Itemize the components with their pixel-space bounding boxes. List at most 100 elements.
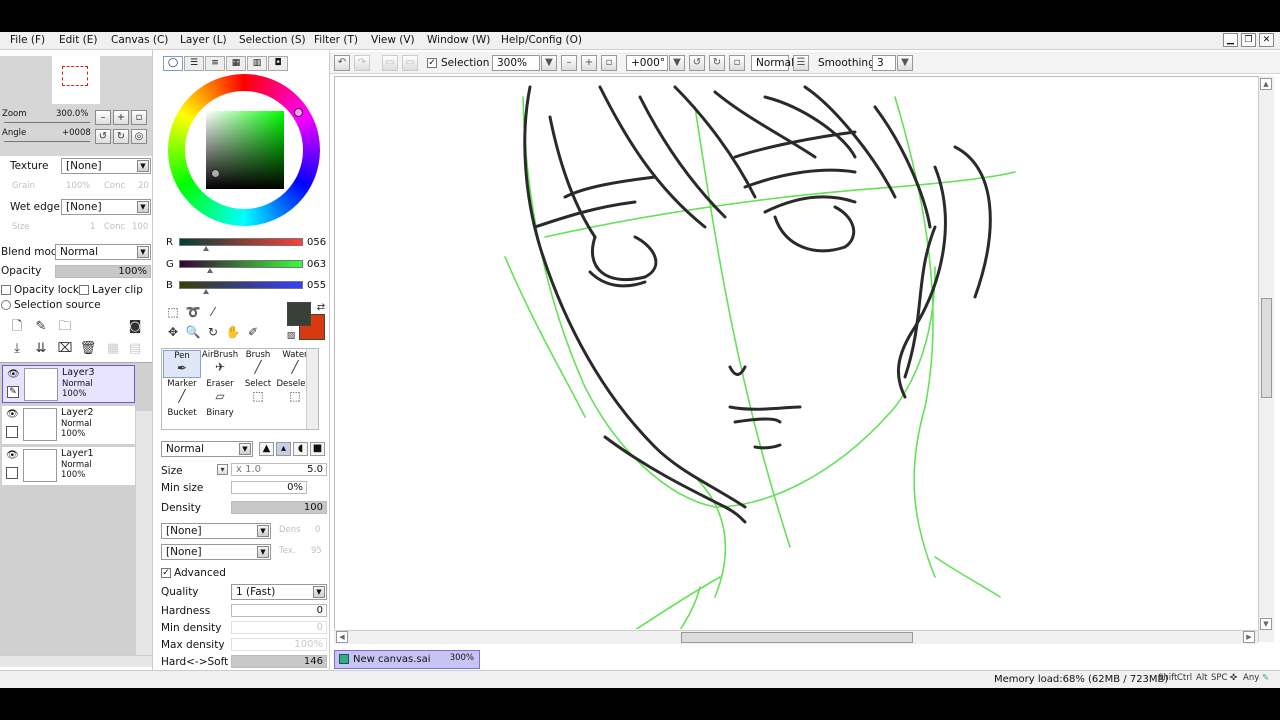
b-slider[interactable] xyxy=(179,281,303,289)
clear-layer-icon[interactable]: ⌧ xyxy=(56,340,74,358)
document-tab[interactable]: New canvas.sai 300% xyxy=(334,650,480,669)
minimize-icon[interactable]: ▁ xyxy=(1223,33,1238,47)
nav-angle-slider[interactable] xyxy=(4,141,90,142)
smoothing-field[interactable]: 3 xyxy=(872,55,896,71)
advanced-checkbox[interactable]: ✓ Advanced xyxy=(161,567,226,579)
lasso-icon[interactable]: ➰ xyxy=(185,304,201,320)
rotate-right-icon[interactable]: ↻ xyxy=(709,55,725,71)
transfer-down-icon[interactable]: ⤓ xyxy=(8,340,26,358)
brush-grid-scrollbar[interactable] xyxy=(306,349,318,429)
brush-shape-select[interactable]: [None] ▼ xyxy=(161,523,271,539)
max-density-field[interactable]: 100% xyxy=(231,638,327,651)
scroll-left-icon[interactable]: ◀ xyxy=(336,631,348,643)
canvas-vscrollbar[interactable]: ▲ ▼ xyxy=(1258,76,1274,642)
layers-scrollbar[interactable] xyxy=(136,411,152,656)
zoom-in-icon[interactable]: + xyxy=(113,110,129,125)
zoom-in-icon[interactable]: + xyxy=(581,55,597,71)
view-mode-field[interactable]: Normal xyxy=(751,55,794,71)
foreground-color-swatch[interactable] xyxy=(287,302,311,326)
opacity-lock-checkbox[interactable]: Opacity lock xyxy=(1,284,79,296)
selection-source-radio[interactable]: Selection source xyxy=(1,299,101,311)
rotate-right-icon[interactable]: ↻ xyxy=(113,129,129,144)
canvas-hscroll-thumb[interactable] xyxy=(681,632,913,643)
hand-icon[interactable]: ✋ xyxy=(225,324,241,340)
rotate-left-icon[interactable]: ↺ xyxy=(95,129,111,144)
angle-field[interactable]: +000° xyxy=(626,55,668,71)
chevron-down-icon[interactable]: ▼ xyxy=(541,55,557,71)
g-slider-knob[interactable] xyxy=(206,268,213,273)
canvas-vscroll-thumb[interactable] xyxy=(1261,298,1272,398)
size-multiplier-icon[interactable]: ▾ xyxy=(217,464,228,475)
rect-select-icon[interactable]: ⬚ xyxy=(165,304,181,320)
layer-mask-icon[interactable]: ◙ xyxy=(126,318,144,336)
hue-pointer[interactable] xyxy=(294,108,303,117)
b-slider-knob[interactable] xyxy=(202,289,209,294)
brush-airbrush[interactable]: AirBrush ✈ xyxy=(201,350,239,378)
blend-mode-select[interactable]: Normal ▼ xyxy=(55,244,151,260)
merge-down-icon[interactable]: ⇊ xyxy=(32,340,50,358)
zoom-out-icon[interactable]: – xyxy=(95,110,111,125)
scroll-right-icon[interactable]: ▶ xyxy=(1243,631,1255,643)
navigator-view-rect[interactable] xyxy=(62,66,88,86)
tip-soft-icon[interactable]: ▴ xyxy=(276,442,291,456)
scroll-up-icon[interactable]: ▲ xyxy=(1260,78,1272,90)
min-size-field[interactable]: 0% xyxy=(231,481,307,494)
close-icon[interactable]: ✕ xyxy=(1259,33,1274,47)
texture-select[interactable]: [None] ▼ xyxy=(61,158,151,174)
restore-icon[interactable]: ❐ xyxy=(1241,33,1256,47)
rotate-reset-icon[interactable]: ◎ xyxy=(131,129,147,144)
eyedropper-icon[interactable]: ✐ xyxy=(245,324,261,340)
selection-toggle[interactable]: ✓ Selection xyxy=(427,55,489,71)
zoom-out-icon[interactable]: – xyxy=(561,55,577,71)
menu-selection[interactable]: Selection (S) xyxy=(239,34,306,46)
brush-bucket[interactable]: Bucket xyxy=(163,408,201,428)
scroll-down-icon[interactable]: ▼ xyxy=(1260,618,1272,630)
density-slider[interactable]: 100 xyxy=(231,501,327,514)
hue-wheel[interactable] xyxy=(168,74,320,226)
flip-view-icon[interactable]: ☰ xyxy=(793,55,809,71)
drawing-canvas[interactable] xyxy=(334,76,1258,629)
min-density-field[interactable]: 0 xyxy=(231,621,327,634)
brush-eraser[interactable]: Eraser ▱ xyxy=(201,379,239,407)
zoom-field[interactable]: 300% xyxy=(492,55,540,71)
eye-icon[interactable]: 👁 xyxy=(6,450,19,462)
r-slider-knob[interactable] xyxy=(203,246,210,251)
g-slider[interactable] xyxy=(179,260,303,268)
move-icon[interactable]: ✥ xyxy=(165,324,181,340)
layer-clip-checkbox[interactable]: Layer clip xyxy=(79,284,143,296)
sv-pointer[interactable] xyxy=(211,169,220,178)
zoom-reset-icon[interactable]: ▫ xyxy=(601,55,617,71)
eye-icon[interactable]: 👁 xyxy=(7,369,20,381)
menu-canvas[interactable]: Canvas (C) xyxy=(111,34,168,46)
menu-edit[interactable]: Edit (E) xyxy=(59,34,98,46)
canvas-hscrollbar[interactable]: ◀ ▶ xyxy=(334,630,1258,644)
zoom-reset-icon[interactable]: ▫ xyxy=(131,110,147,125)
menu-window[interactable]: Window (W) xyxy=(427,34,490,46)
brush-brush[interactable]: Brush ╱ xyxy=(239,350,277,378)
pen-icon[interactable]: ✎ xyxy=(7,386,19,398)
menu-help[interactable]: Help/Config (O) xyxy=(501,34,582,46)
color-wheel-tab-icon[interactable]: ◯ xyxy=(163,56,183,71)
r-slider[interactable] xyxy=(179,238,303,246)
opacity-slider[interactable]: 100% xyxy=(55,265,151,278)
rotate-left-icon[interactable]: ↺ xyxy=(689,55,705,71)
quality-select[interactable]: 1 (Fast) ▼ xyxy=(231,584,327,600)
transparent-color-icon[interactable]: ▨ xyxy=(283,328,299,344)
chevron-down-icon[interactable]: ▼ xyxy=(669,55,685,71)
hardness-field[interactable]: 0 xyxy=(231,604,327,617)
new-folder-icon[interactable]: 🗀 xyxy=(56,318,74,336)
pen-icon[interactable] xyxy=(6,426,18,438)
undo-icon[interactable]: ↶ xyxy=(334,55,350,71)
swap-colors-icon[interactable]: ⇄ xyxy=(313,300,329,316)
tip-square-icon[interactable]: ■ xyxy=(310,442,325,456)
brush-marker[interactable]: Marker ╱ xyxy=(163,379,201,407)
brush-pen[interactable]: Pen ✒ xyxy=(163,350,201,378)
menu-view[interactable]: View (V) xyxy=(371,34,415,46)
eye-icon[interactable]: 👁 xyxy=(6,409,19,421)
rotate-icon[interactable]: ↻ xyxy=(205,324,221,340)
tool-blend-select[interactable]: Normal ▼ xyxy=(161,441,253,457)
color-palette-tab-icon[interactable]: ▦ xyxy=(226,56,246,71)
layers-hscrollbar[interactable] xyxy=(0,655,152,667)
pen-icon[interactable] xyxy=(6,467,18,479)
layer-row-layer1[interactable]: 👁 Layer1 Normal 100% xyxy=(2,447,135,485)
